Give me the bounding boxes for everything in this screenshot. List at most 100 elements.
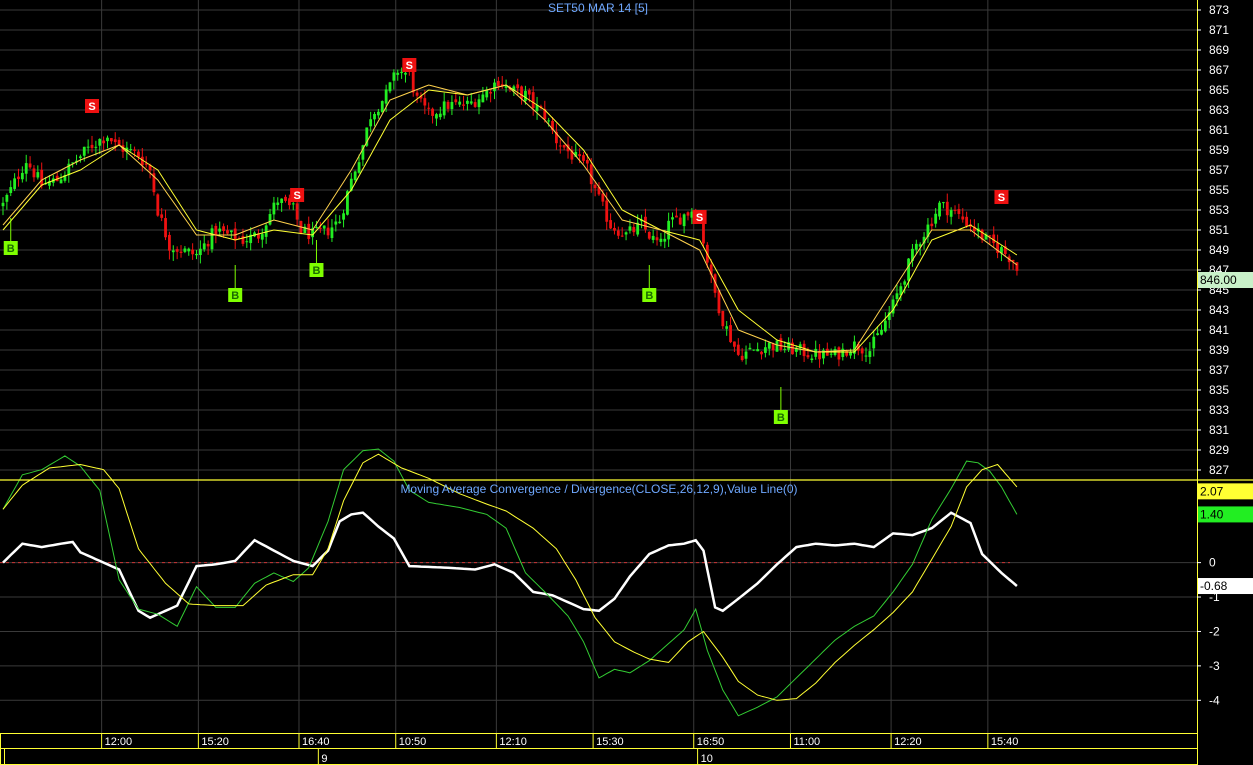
price-tick-label: 863 bbox=[1209, 103, 1229, 117]
candle-down bbox=[214, 225, 218, 235]
last-price-label: 846.00 bbox=[1200, 273, 1237, 287]
macd-tick-label: -3 bbox=[1209, 659, 1220, 673]
price-tick-label: 859 bbox=[1209, 143, 1229, 157]
candle-up bbox=[466, 100, 469, 104]
candle-up bbox=[334, 221, 338, 225]
candle-up bbox=[195, 253, 198, 256]
candle-up bbox=[9, 187, 13, 194]
candle-up bbox=[895, 293, 899, 299]
candle-down bbox=[678, 217, 682, 225]
candle-down bbox=[779, 338, 783, 350]
price-tick-label: 861 bbox=[1209, 123, 1229, 137]
buy-signal-label: B bbox=[7, 243, 15, 255]
candle-down bbox=[307, 223, 311, 239]
macd-chart-title: Moving Average Convergence / Divergence(… bbox=[400, 482, 797, 496]
candle-down bbox=[496, 80, 500, 86]
candle-down bbox=[427, 107, 431, 109]
candle-down bbox=[133, 149, 136, 151]
candle-up bbox=[442, 101, 446, 116]
time-tick-label: 15:40 bbox=[991, 736, 1019, 748]
candle-down bbox=[527, 90, 531, 95]
candle-up bbox=[934, 213, 938, 224]
price-tick-label: 835 bbox=[1209, 383, 1229, 397]
candle-up bbox=[342, 213, 345, 220]
price-tick-label: 837 bbox=[1209, 363, 1229, 377]
candle-up bbox=[841, 348, 845, 357]
candle-up bbox=[1, 202, 5, 207]
candle-up bbox=[357, 162, 361, 173]
candle-down bbox=[686, 212, 690, 216]
price-tick-label: 855 bbox=[1209, 183, 1229, 197]
candle-down bbox=[326, 227, 330, 236]
price-tick-label: 851 bbox=[1209, 223, 1229, 237]
candle-up bbox=[400, 71, 404, 74]
price-tick-label: 873 bbox=[1209, 3, 1229, 17]
candle-down bbox=[160, 214, 164, 218]
candle-up bbox=[864, 355, 868, 357]
candle-down bbox=[953, 209, 957, 211]
candle-down bbox=[945, 201, 949, 216]
candle-up bbox=[36, 172, 40, 178]
macd-tick-label: 0 bbox=[1209, 556, 1216, 570]
candle-down bbox=[860, 348, 864, 354]
day-tick-label: 10 bbox=[701, 753, 713, 765]
candle-up bbox=[218, 228, 222, 232]
candle-down bbox=[179, 251, 183, 253]
candle-down bbox=[109, 138, 113, 142]
candle-up bbox=[744, 351, 748, 359]
candle-down bbox=[721, 310, 725, 327]
candle-up bbox=[763, 347, 767, 353]
candle-up bbox=[129, 149, 133, 151]
sell-signal-label: S bbox=[406, 60, 413, 72]
candle-down bbox=[605, 200, 609, 222]
candle-up bbox=[353, 171, 357, 181]
candle-down bbox=[431, 108, 434, 116]
candle-up bbox=[659, 238, 663, 242]
candle-up bbox=[671, 217, 674, 220]
candle-down bbox=[137, 151, 140, 158]
time-tick-label: 12:00 bbox=[105, 736, 133, 748]
candle-down bbox=[965, 216, 969, 227]
candle-up bbox=[187, 248, 191, 252]
candle-up bbox=[880, 329, 883, 335]
candle-up bbox=[245, 241, 249, 243]
candle-up bbox=[458, 101, 462, 105]
candle-down bbox=[295, 203, 299, 220]
price-tick-label: 853 bbox=[1209, 203, 1229, 217]
candle-up bbox=[682, 214, 686, 227]
candle-up bbox=[756, 349, 760, 352]
candle-up bbox=[396, 72, 400, 75]
time-tick-label: 11:00 bbox=[793, 736, 820, 748]
candle-up bbox=[469, 101, 473, 104]
candle-up bbox=[210, 228, 214, 250]
candle-down bbox=[241, 235, 245, 244]
candle-down bbox=[226, 230, 229, 234]
candle-up bbox=[481, 94, 485, 103]
candle-up bbox=[942, 202, 945, 204]
candle-up bbox=[369, 119, 373, 127]
candle-up bbox=[268, 214, 272, 225]
candle-down bbox=[736, 344, 740, 355]
candle-up bbox=[748, 347, 752, 350]
candle-down bbox=[28, 163, 32, 168]
candle-down bbox=[961, 216, 965, 220]
candle-down bbox=[191, 249, 195, 255]
candle-down bbox=[930, 223, 934, 227]
candle-up bbox=[20, 172, 24, 180]
candle-up bbox=[380, 101, 384, 113]
candle-up bbox=[106, 137, 109, 142]
candle-up bbox=[450, 101, 454, 110]
candle-up bbox=[373, 113, 376, 120]
candle-down bbox=[601, 193, 605, 202]
candle-up bbox=[202, 243, 206, 250]
price-tick-label: 833 bbox=[1209, 403, 1229, 417]
time-tick-label: 16:40 bbox=[302, 736, 330, 748]
candle-up bbox=[330, 227, 334, 238]
candle-down bbox=[558, 145, 562, 147]
time-tick-label: 15:20 bbox=[201, 736, 229, 748]
candle-down bbox=[473, 102, 477, 107]
candle-up bbox=[276, 202, 280, 205]
candle-down bbox=[620, 235, 624, 237]
candle-down bbox=[516, 84, 520, 89]
candle-down bbox=[113, 139, 117, 143]
